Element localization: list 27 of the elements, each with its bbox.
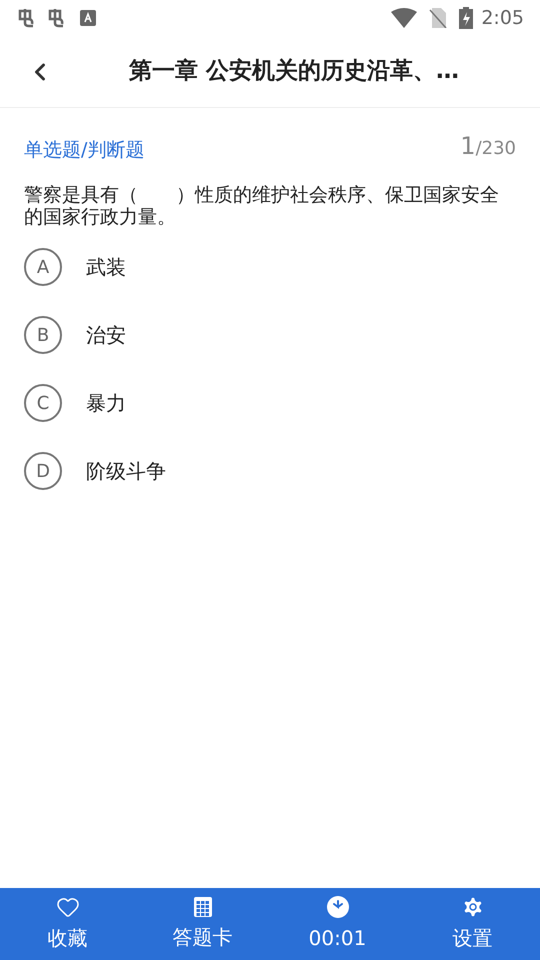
clock-time: 2:05 bbox=[481, 6, 524, 31]
keyboard-icon bbox=[80, 10, 96, 26]
answer-option[interactable]: A 武装 bbox=[24, 248, 516, 286]
battery-icon bbox=[459, 7, 474, 29]
grid-icon bbox=[192, 896, 212, 918]
answer-option[interactable]: D 阶级斗争 bbox=[24, 452, 516, 490]
option-text: 武装 bbox=[86, 254, 126, 281]
option-letter: C bbox=[24, 384, 62, 422]
no-sim-icon bbox=[429, 8, 448, 28]
toolbar-button[interactable]: 收藏 bbox=[0, 888, 135, 960]
option-letter: D bbox=[24, 452, 62, 490]
wifi-icon bbox=[391, 8, 418, 28]
question-type: 单选题/判断题 bbox=[24, 138, 144, 162]
option-text: 治安 bbox=[86, 322, 126, 349]
toolbar-button[interactable]: 设置 bbox=[405, 888, 540, 960]
option-text: 阶级斗争 bbox=[86, 458, 166, 485]
toolbar-button[interactable]: 00:01 bbox=[270, 888, 405, 960]
option-letter: B bbox=[24, 316, 62, 354]
option-text: 暴力 bbox=[86, 390, 126, 417]
question-text: 警察是具有（ ）性质的维护社会秩序、保卫国家安全的国家行政力量。 bbox=[24, 184, 500, 228]
answer-option[interactable]: B 治安 bbox=[24, 316, 516, 354]
heart-icon bbox=[56, 895, 80, 919]
option-letter: A bbox=[24, 248, 62, 286]
toolbar-button[interactable]: 答题卡 bbox=[135, 888, 270, 960]
question-counter: 1/230 bbox=[460, 131, 516, 162]
chapter-title: 第一章 公安机关的历史沿革、… bbox=[128, 57, 460, 86]
answer-option[interactable]: C 暴力 bbox=[24, 384, 516, 422]
